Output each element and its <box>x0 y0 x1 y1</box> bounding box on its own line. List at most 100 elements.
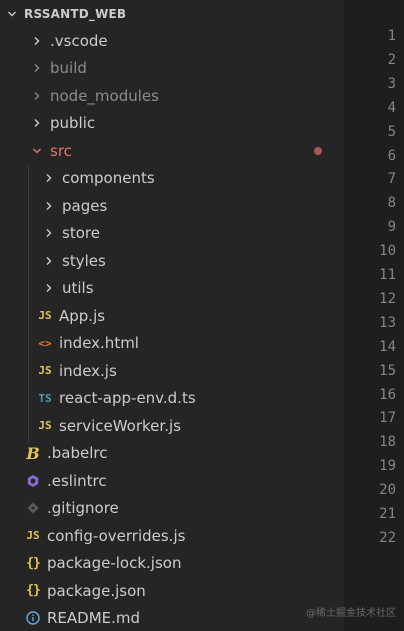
explorer-root-header[interactable]: RSSANTD_WEB <box>0 0 344 27</box>
chevron-right-icon <box>42 283 56 293</box>
json-file-icon: {} <box>24 556 42 571</box>
folder-item[interactable]: styles <box>0 247 344 275</box>
item-label: index.js <box>59 361 117 380</box>
line-number: 22 <box>379 529 396 546</box>
js-file-icon: JS <box>36 364 54 377</box>
line-number: 7 <box>387 171 396 188</box>
line-number: 14 <box>379 338 396 355</box>
item-label: node_modules <box>50 86 159 105</box>
item-label: package-lock.json <box>47 554 182 573</box>
file-icon-glyph: JS <box>38 364 52 378</box>
line-number: 17 <box>379 410 396 427</box>
line-number: 10 <box>379 243 396 260</box>
file-item[interactable]: .eslintrc <box>0 467 344 495</box>
folder-item[interactable]: src <box>0 137 344 165</box>
chevron-right-icon <box>42 201 56 211</box>
file-icon-glyph: TS <box>38 391 52 405</box>
line-number: 20 <box>379 482 396 499</box>
line-number: 6 <box>387 147 396 164</box>
file-explorer: RSSANTD_WEB .vscode build node_modulespubl… <box>0 0 344 631</box>
line-number: 5 <box>387 123 396 140</box>
folder-item[interactable]: utils <box>0 275 344 303</box>
file-icon-glyph: JS <box>38 309 52 323</box>
item-label: store <box>62 224 100 243</box>
html-file-icon: <> <box>36 337 54 350</box>
editor-gutter: 1 2 3 4 5 6 7 8 9 10 11 12 13 14 15 16 17 18 19 20 21 22 <box>344 0 404 631</box>
chevron-right-icon <box>42 256 56 266</box>
js-file-icon: JS <box>36 419 54 432</box>
line-number: 12 <box>379 290 396 307</box>
json-file-icon: {} <box>24 583 42 598</box>
folder-item[interactable]: public <box>0 110 344 138</box>
chevron-down-icon <box>30 146 44 156</box>
line-number: 21 <box>379 506 396 522</box>
watermark: @稀土掘金技术社区 <box>306 608 396 619</box>
item-label: .vscode <box>50 31 108 50</box>
item-label: utils <box>62 279 94 298</box>
file-item[interactable]: JS config-overrides.js <box>0 522 344 550</box>
item-label: .gitignore <box>47 499 119 518</box>
modified-dot-icon <box>314 146 322 155</box>
chevron-right-icon <box>42 228 56 238</box>
item-label: README.md <box>47 609 141 628</box>
file-item[interactable]: README.md <box>0 605 344 631</box>
file-item[interactable]: <> index.html <box>0 330 344 358</box>
folder-item[interactable]: store <box>0 220 344 248</box>
js-file-icon: JS <box>36 309 54 322</box>
file-item[interactable]: {} package.json <box>0 577 344 605</box>
item-label: package.json <box>47 581 146 600</box>
line-number: 2 <box>387 51 396 68</box>
line-number: 13 <box>379 314 396 331</box>
file-item[interactable]: B .babelrc <box>0 440 344 468</box>
chevron-right-icon <box>42 173 56 183</box>
file-tree: .vscode build node_modulespublic src compone… <box>0 27 344 631</box>
file-icon-glyph: JS <box>26 529 40 543</box>
item-label: components <box>62 169 155 188</box>
info-icon <box>24 611 42 625</box>
folder-item[interactable]: node_modules <box>0 82 344 110</box>
chevron-right-icon <box>30 118 44 128</box>
file-icon-glyph: JS <box>38 419 52 433</box>
chevron-right-icon <box>30 91 44 101</box>
item-label: .babelrc <box>47 444 108 463</box>
item-label: pages <box>62 196 108 215</box>
folder-item[interactable]: pages <box>0 192 344 220</box>
ts-file-icon: TS <box>36 392 54 405</box>
folder-item[interactable]: build <box>0 55 344 83</box>
line-number: 15 <box>379 362 396 379</box>
git-file-icon <box>24 502 42 514</box>
chevron-down-icon <box>6 9 18 19</box>
folder-item[interactable]: .vscode <box>0 27 344 55</box>
file-item[interactable]: .gitignore <box>0 495 344 523</box>
file-icon-glyph: <> <box>38 336 52 350</box>
file-item[interactable]: JS index.js <box>0 357 344 385</box>
file-item[interactable]: TS react-app-env.d.ts <box>0 385 344 413</box>
file-icon-glyph: {} <box>26 555 41 571</box>
file-icon-glyph: {} <box>26 583 41 599</box>
file-item[interactable]: JS App.js <box>0 302 344 330</box>
line-number: 4 <box>387 99 396 116</box>
item-label: config-overrides.js <box>47 526 186 545</box>
line-number: 18 <box>379 434 396 451</box>
line-number: 9 <box>387 219 396 236</box>
item-label: serviceWorker.js <box>59 416 181 435</box>
item-label: App.js <box>59 306 106 325</box>
item-label: src <box>50 141 72 160</box>
line-number: 8 <box>387 195 396 212</box>
explorer-root-label: RSSANTD_WEB <box>24 6 127 21</box>
folder-item[interactable]: components <box>0 165 344 193</box>
line-number: 3 <box>387 75 396 92</box>
item-label: .eslintrc <box>47 471 107 490</box>
line-number: 11 <box>379 267 396 283</box>
line-number: 16 <box>379 386 396 403</box>
item-label: index.html <box>59 334 139 353</box>
babel-file-icon: B <box>24 444 42 463</box>
file-icon-glyph: B <box>26 443 40 463</box>
eslint-file-icon <box>24 474 42 488</box>
file-item[interactable]: JS serviceWorker.js <box>0 412 344 440</box>
file-item[interactable]: {} package-lock.json <box>0 550 344 578</box>
line-number: 19 <box>379 458 396 475</box>
chevron-right-icon <box>30 63 44 73</box>
js-file-icon: JS <box>24 529 42 542</box>
item-label: styles <box>62 251 106 270</box>
